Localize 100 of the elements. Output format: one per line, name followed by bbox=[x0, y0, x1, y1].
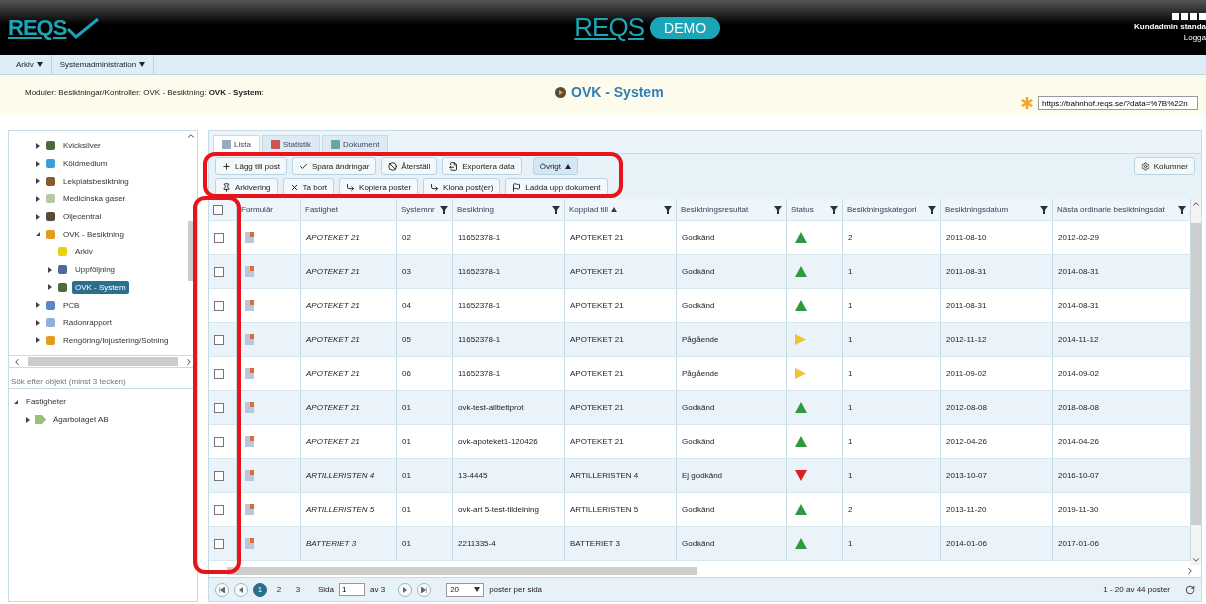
tree-item[interactable]: Lekplatsbesiktning bbox=[60, 174, 132, 188]
tree-item[interactable]: OVK - System bbox=[72, 280, 129, 294]
tab[interactable]: Lista bbox=[213, 135, 260, 153]
filter-icon[interactable] bbox=[774, 205, 782, 214]
checkbox[interactable] bbox=[214, 504, 224, 515]
filter-icon[interactable] bbox=[552, 205, 560, 214]
table-cell: APOTEKET 21 bbox=[570, 233, 624, 242]
collapsed-arrow-icon[interactable] bbox=[35, 142, 41, 149]
page-button[interactable]: 1 bbox=[253, 582, 267, 597]
module-icon bbox=[57, 264, 68, 276]
collapsed-arrow-icon[interactable] bbox=[35, 195, 41, 202]
filter-icon[interactable] bbox=[928, 205, 936, 214]
corner-arrow-icon bbox=[346, 182, 356, 192]
table-cell: 2013-10-07 bbox=[946, 471, 987, 480]
tree-item[interactable]: Uppföljning bbox=[72, 263, 119, 277]
collapsed-arrow-icon[interactable] bbox=[35, 178, 41, 185]
toolbar-button[interactable]: Lägg till post bbox=[215, 157, 287, 175]
column-header[interactable]: Status bbox=[787, 199, 843, 220]
table-cell: 2012-04-26 bbox=[946, 437, 987, 446]
url-field[interactable]: https://bahnhof.reqs.se/?data=%7B%22n bbox=[1038, 96, 1198, 110]
collapsed-arrow-icon[interactable] bbox=[35, 213, 41, 220]
filter-icon[interactable] bbox=[1040, 205, 1048, 214]
column-header[interactable]: Besiktningsresultat bbox=[677, 199, 787, 220]
page-button[interactable]: 3 bbox=[291, 582, 305, 597]
collapsed-arrow-icon[interactable] bbox=[35, 160, 41, 167]
checkbox[interactable] bbox=[214, 334, 224, 345]
table-cell: Ej godkänd bbox=[682, 471, 723, 480]
column-header[interactable]: Besiktningsdatum bbox=[941, 199, 1053, 220]
expanded-arrow-icon[interactable] bbox=[13, 398, 19, 405]
chevron-down-icon[interactable] bbox=[1191, 555, 1201, 565]
chevron-right-icon[interactable] bbox=[184, 356, 194, 367]
previous-page-button[interactable] bbox=[234, 582, 248, 597]
caret-icon bbox=[474, 587, 481, 592]
checkbox[interactable] bbox=[214, 402, 224, 413]
table-cell: 04 bbox=[402, 301, 411, 310]
column-header[interactable]: Nästa ordinarie besiktningsdat bbox=[1053, 199, 1191, 220]
filter-icon[interactable] bbox=[664, 205, 672, 214]
next-page-button[interactable] bbox=[398, 582, 413, 597]
filter-icon[interactable] bbox=[440, 205, 448, 214]
filter-icon[interactable] bbox=[830, 205, 838, 214]
module-icon bbox=[57, 246, 68, 258]
play-icon bbox=[555, 86, 566, 98]
toolbar-button[interactable]: Exportera data bbox=[442, 157, 522, 175]
page-size-select[interactable]: 20 bbox=[446, 582, 485, 597]
tab[interactable]: Dokument bbox=[321, 135, 389, 153]
column-header[interactable]: Fastighet bbox=[301, 199, 397, 220]
tree-item[interactable]: Fastigheter bbox=[23, 395, 70, 409]
chevron-right-icon[interactable] bbox=[1185, 566, 1195, 576]
tree-item[interactable]: Arkiv bbox=[72, 245, 96, 259]
chevron-up-icon[interactable] bbox=[186, 131, 196, 141]
chevron-up-icon[interactable] bbox=[1191, 199, 1201, 209]
menu-item[interactable]: Arkiv bbox=[8, 55, 52, 74]
collapsed-arrow-icon[interactable] bbox=[35, 319, 41, 326]
checkbox[interactable] bbox=[214, 266, 224, 277]
scrollbar[interactable] bbox=[1191, 199, 1201, 565]
column-header[interactable]: Formulär bbox=[237, 199, 301, 220]
column-header[interactable]: Besiktning bbox=[453, 199, 565, 220]
tree-item[interactable]: PCB bbox=[60, 298, 83, 312]
tree-item[interactable]: Medicinska gaser bbox=[60, 192, 129, 206]
collapsed-arrow-icon[interactable] bbox=[47, 266, 53, 273]
tab[interactable]: Statistik bbox=[261, 135, 320, 153]
logout-link[interactable]: Logga bbox=[1183, 33, 1206, 42]
dropdown-button[interactable]: Övrigt bbox=[532, 157, 579, 175]
page-button[interactable]: 2 bbox=[272, 582, 286, 597]
collapsed-arrow-icon[interactable] bbox=[35, 337, 41, 344]
tree-item[interactable]: Rengöring/Injustering/Sotning bbox=[60, 333, 172, 347]
expanded-arrow-icon[interactable] bbox=[35, 231, 41, 238]
toolbar-button[interactable]: Spara ändringar bbox=[291, 157, 377, 175]
tree-item[interactable]: Radonrapport bbox=[60, 316, 115, 330]
checkbox[interactable] bbox=[214, 232, 224, 243]
tree-item[interactable]: Kvicksilver bbox=[60, 139, 104, 153]
checkbox[interactable] bbox=[214, 436, 224, 447]
last-page-button[interactable] bbox=[417, 582, 432, 597]
tree-item[interactable]: OVK - Besiktning bbox=[60, 227, 127, 241]
column-header[interactable]: Systemnr bbox=[397, 199, 453, 220]
module-icon bbox=[45, 299, 56, 311]
collapsed-arrow-icon[interactable] bbox=[25, 416, 31, 423]
checkbox[interactable] bbox=[214, 300, 224, 311]
checkbox[interactable] bbox=[214, 538, 224, 549]
tree-item[interactable]: Ägarbolaget AB bbox=[50, 413, 112, 427]
toolbar-button[interactable]: Återställ bbox=[381, 157, 438, 175]
checkbox[interactable] bbox=[214, 368, 224, 379]
refresh-icon[interactable] bbox=[1185, 584, 1195, 595]
logo: REQS bbox=[574, 12, 644, 43]
menu-item[interactable]: Systemadministration bbox=[51, 55, 155, 74]
apps-icon[interactable] bbox=[1172, 13, 1206, 20]
chevron-left-icon[interactable] bbox=[12, 356, 22, 367]
collapsed-arrow-icon[interactable] bbox=[47, 284, 53, 291]
collapsed-arrow-icon[interactable] bbox=[35, 302, 41, 309]
page-input[interactable]: 1 bbox=[339, 583, 365, 596]
tree-item[interactable]: Köldmedium bbox=[60, 157, 111, 171]
checkbox[interactable] bbox=[214, 470, 224, 481]
table-cell: 1 bbox=[848, 437, 853, 446]
first-page-button[interactable] bbox=[215, 582, 229, 597]
tree-item[interactable]: Oljecentral bbox=[60, 210, 105, 224]
column-header[interactable]: Besiktningskategori bbox=[843, 199, 941, 220]
column-header[interactable]: Kopplad till bbox=[565, 199, 677, 220]
columns-button[interactable]: Kolumner bbox=[1133, 157, 1195, 175]
filter-icon[interactable] bbox=[1178, 205, 1186, 214]
checkbox[interactable] bbox=[213, 204, 223, 215]
